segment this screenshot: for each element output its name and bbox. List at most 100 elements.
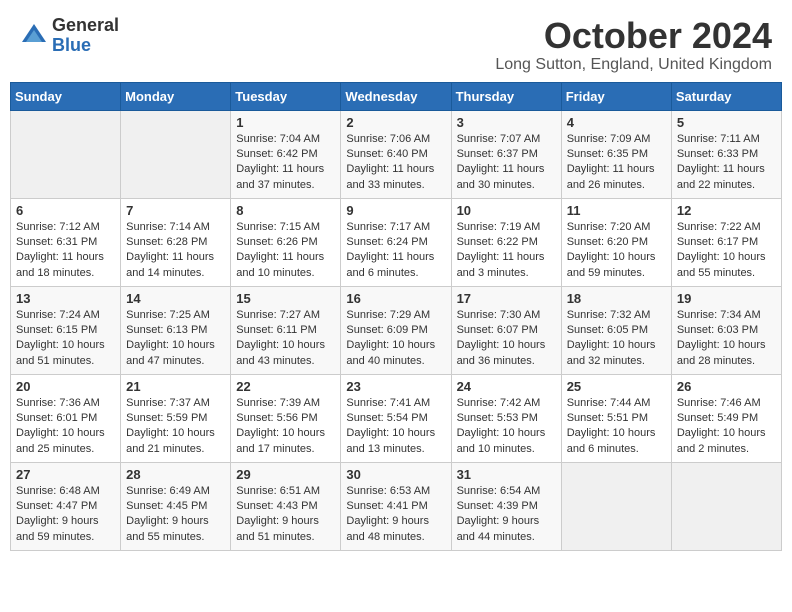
month-title: October 2024 <box>495 16 772 56</box>
day-info: Sunrise: 7:42 AM Sunset: 5:53 PM Dayligh… <box>457 396 556 458</box>
day-cell: 1 Sunrise: 7:04 AM Sunset: 6:42 PM Daylig… <box>231 110 341 198</box>
day-number: 17 <box>457 291 556 306</box>
day-info: Sunrise: 7:09 AM Sunset: 6:35 PM Dayligh… <box>567 132 666 194</box>
day-number: 1 <box>236 115 335 130</box>
weekday-header-sunday: Sunday <box>11 82 121 110</box>
day-cell: 10Sunrise: 7:19 AM Sunset: 6:22 PM Dayli… <box>451 198 561 286</box>
title-section: October 2024 Long Sutton, England, Unite… <box>495 16 772 74</box>
logo-text: General Blue <box>52 16 119 56</box>
day-info: Sunrise: 7:36 AM Sunset: 6:01 PM Dayligh… <box>16 396 115 458</box>
weekday-header-tuesday: Tuesday <box>231 82 341 110</box>
day-number: 14 <box>126 291 225 306</box>
week-row-2: 13Sunrise: 7:24 AM Sunset: 6:15 PM Dayli… <box>11 286 782 374</box>
day-number: 12 <box>677 203 776 218</box>
day-number: 31 <box>457 467 556 482</box>
day-number: 25 <box>567 379 666 394</box>
day-cell: 20 Sunrise: 7:36 AM Sunset: 6:01 PM Dayli… <box>11 374 121 462</box>
weekday-header-row: SundayMondayTuesdayWednesdayThursdayFrid… <box>11 82 782 110</box>
day-info: Sunrise: 6:49 AM Sunset: 4:45 PM Dayligh… <box>126 484 225 546</box>
day-cell: 13Sunrise: 7:24 AM Sunset: 6:15 PM Dayli… <box>11 286 121 374</box>
day-cell: 6Sunrise: 7:12 AM Sunset: 6:31 PM Daylig… <box>11 198 121 286</box>
day-number: 5 <box>677 115 776 130</box>
day-info: Sunrise: 7:25 AM Sunset: 6:13 PM Dayligh… <box>126 308 225 370</box>
day-cell: 14 Sunrise: 7:25 AM Sunset: 6:13 PM Dayli… <box>121 286 231 374</box>
day-info: Sunrise: 7:30 AM Sunset: 6:07 PM Dayligh… <box>457 308 556 370</box>
day-info: Sunrise: 7:39 AM Sunset: 5:56 PM Dayligh… <box>236 396 335 458</box>
weekday-header-wednesday: Wednesday <box>341 82 451 110</box>
day-cell: 27Sunrise: 6:48 AM Sunset: 4:47 PM Dayli… <box>11 462 121 550</box>
day-cell: 21 Sunrise: 7:37 AM Sunset: 5:59 PM Dayli… <box>121 374 231 462</box>
day-number: 16 <box>346 291 445 306</box>
day-cell: 24 Sunrise: 7:42 AM Sunset: 5:53 PM Dayli… <box>451 374 561 462</box>
day-cell: 19Sunrise: 7:34 AM Sunset: 6:03 PM Dayli… <box>671 286 781 374</box>
day-number: 7 <box>126 203 225 218</box>
logo-blue: Blue <box>52 36 119 56</box>
location: Long Sutton, England, United Kingdom <box>495 56 772 74</box>
day-number: 22 <box>236 379 335 394</box>
day-number: 19 <box>677 291 776 306</box>
logo-general: General <box>52 16 119 36</box>
day-number: 2 <box>346 115 445 130</box>
day-number: 21 <box>126 379 225 394</box>
day-info: Sunrise: 6:51 AM Sunset: 4:43 PM Dayligh… <box>236 484 335 546</box>
day-cell: 28Sunrise: 6:49 AM Sunset: 4:45 PM Dayli… <box>121 462 231 550</box>
day-number: 24 <box>457 379 556 394</box>
day-number: 6 <box>16 203 115 218</box>
day-number: 4 <box>567 115 666 130</box>
day-info: Sunrise: 7:04 AM Sunset: 6:42 PM Dayligh… <box>236 132 335 194</box>
weekday-header-friday: Friday <box>561 82 671 110</box>
day-info: Sunrise: 7:44 AM Sunset: 5:51 PM Dayligh… <box>567 396 666 458</box>
day-cell <box>11 110 121 198</box>
day-cell: 5 Sunrise: 7:11 AM Sunset: 6:33 PM Daylig… <box>671 110 781 198</box>
day-cell: 4 Sunrise: 7:09 AM Sunset: 6:35 PM Daylig… <box>561 110 671 198</box>
day-cell: 26 Sunrise: 7:46 AM Sunset: 5:49 PM Dayli… <box>671 374 781 462</box>
day-cell: 30Sunrise: 6:53 AM Sunset: 4:41 PM Dayli… <box>341 462 451 550</box>
day-cell: 29 Sunrise: 6:51 AM Sunset: 4:43 PM Dayli… <box>231 462 341 550</box>
logo-icon <box>20 22 48 50</box>
day-info: Sunrise: 7:07 AM Sunset: 6:37 PM Dayligh… <box>457 132 556 194</box>
day-info: Sunrise: 7:22 AM Sunset: 6:17 PM Dayligh… <box>677 220 776 282</box>
day-cell: 12 Sunrise: 7:22 AM Sunset: 6:17 PM Dayli… <box>671 198 781 286</box>
week-row-1: 6Sunrise: 7:12 AM Sunset: 6:31 PM Daylig… <box>11 198 782 286</box>
day-number: 9 <box>346 203 445 218</box>
day-number: 13 <box>16 291 115 306</box>
day-info: Sunrise: 7:32 AM Sunset: 6:05 PM Dayligh… <box>567 308 666 370</box>
calendar-table: SundayMondayTuesdayWednesdayThursdayFrid… <box>10 82 782 551</box>
day-cell: 17 Sunrise: 7:30 AM Sunset: 6:07 PM Dayli… <box>451 286 561 374</box>
day-number: 29 <box>236 467 335 482</box>
day-cell <box>671 462 781 550</box>
day-cell: 18Sunrise: 7:32 AM Sunset: 6:05 PM Dayli… <box>561 286 671 374</box>
day-number: 20 <box>16 379 115 394</box>
week-row-4: 27Sunrise: 6:48 AM Sunset: 4:47 PM Dayli… <box>11 462 782 550</box>
day-info: Sunrise: 7:06 AM Sunset: 6:40 PM Dayligh… <box>346 132 445 194</box>
day-number: 11 <box>567 203 666 218</box>
day-cell: 16Sunrise: 7:29 AM Sunset: 6:09 PM Dayli… <box>341 286 451 374</box>
day-number: 26 <box>677 379 776 394</box>
day-number: 3 <box>457 115 556 130</box>
day-cell: 7 Sunrise: 7:14 AM Sunset: 6:28 PM Daylig… <box>121 198 231 286</box>
day-cell: 15 Sunrise: 7:27 AM Sunset: 6:11 PM Dayli… <box>231 286 341 374</box>
day-info: Sunrise: 6:53 AM Sunset: 4:41 PM Dayligh… <box>346 484 445 546</box>
weekday-header-saturday: Saturday <box>671 82 781 110</box>
day-cell: 11 Sunrise: 7:20 AM Sunset: 6:20 PM Dayli… <box>561 198 671 286</box>
day-info: Sunrise: 7:27 AM Sunset: 6:11 PM Dayligh… <box>236 308 335 370</box>
day-cell: 23Sunrise: 7:41 AM Sunset: 5:54 PM Dayli… <box>341 374 451 462</box>
logo: General Blue <box>20 16 119 56</box>
day-cell: 31Sunrise: 6:54 AM Sunset: 4:39 PM Dayli… <box>451 462 561 550</box>
day-cell <box>121 110 231 198</box>
day-number: 23 <box>346 379 445 394</box>
day-info: Sunrise: 7:37 AM Sunset: 5:59 PM Dayligh… <box>126 396 225 458</box>
day-cell: 25 Sunrise: 7:44 AM Sunset: 5:51 PM Dayli… <box>561 374 671 462</box>
day-info: Sunrise: 7:11 AM Sunset: 6:33 PM Dayligh… <box>677 132 776 194</box>
day-info: Sunrise: 6:48 AM Sunset: 4:47 PM Dayligh… <box>16 484 115 546</box>
day-info: Sunrise: 7:19 AM Sunset: 6:22 PM Dayligh… <box>457 220 556 282</box>
day-cell: 22 Sunrise: 7:39 AM Sunset: 5:56 PM Dayli… <box>231 374 341 462</box>
day-cell: 2 Sunrise: 7:06 AM Sunset: 6:40 PM Daylig… <box>341 110 451 198</box>
day-info: Sunrise: 7:20 AM Sunset: 6:20 PM Dayligh… <box>567 220 666 282</box>
day-info: Sunrise: 7:14 AM Sunset: 6:28 PM Dayligh… <box>126 220 225 282</box>
day-info: Sunrise: 7:46 AM Sunset: 5:49 PM Dayligh… <box>677 396 776 458</box>
day-cell: 8Sunrise: 7:15 AM Sunset: 6:26 PM Daylig… <box>231 198 341 286</box>
week-row-3: 20 Sunrise: 7:36 AM Sunset: 6:01 PM Dayli… <box>11 374 782 462</box>
weekday-header-thursday: Thursday <box>451 82 561 110</box>
day-number: 15 <box>236 291 335 306</box>
